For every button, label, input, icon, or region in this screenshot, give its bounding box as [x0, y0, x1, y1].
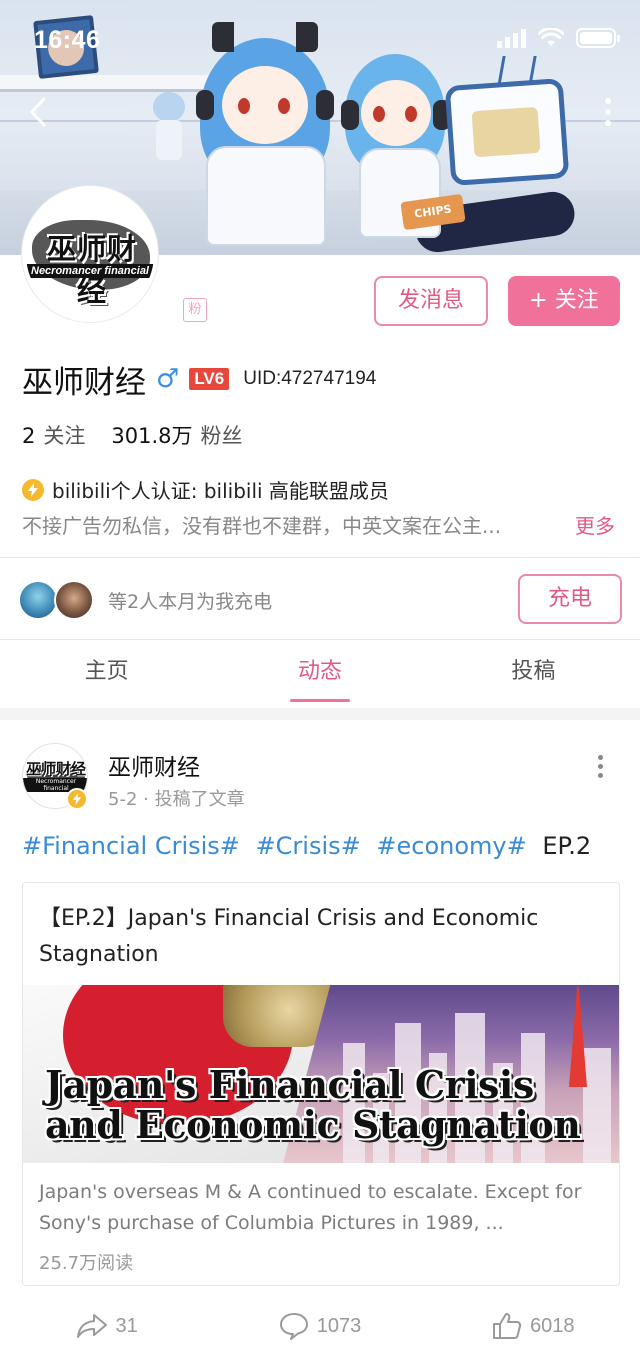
banner-monitor	[444, 78, 570, 186]
profile-name: 巫师财经	[22, 364, 146, 401]
banner-figurine	[150, 92, 188, 162]
chevron-left-icon	[30, 97, 46, 127]
lightning-badge-icon	[66, 788, 88, 810]
profile-stats: 2 关注 301.8万 粉丝	[22, 420, 269, 450]
tab-dynamics[interactable]: 动态	[213, 640, 426, 706]
profile-tabs: 主页 动态 投稿	[0, 640, 640, 706]
cellular-signal-icon	[497, 28, 526, 48]
status-icons	[497, 28, 620, 48]
back-button[interactable]	[18, 92, 58, 132]
send-message-button[interactable]: 发消息	[374, 276, 488, 326]
more-options-button[interactable]	[590, 92, 626, 132]
article-title: 【EP.2】Japan's Financial Crisis and Econo…	[39, 906, 539, 967]
post-tags: #Financial Crisis# #Crisis# #economy# EP…	[22, 832, 591, 860]
like-button[interactable]: 6018	[427, 1302, 640, 1350]
more-vertical-icon	[605, 98, 611, 126]
section-gap	[0, 708, 640, 720]
followers-count[interactable]: 301.8万	[111, 420, 192, 450]
article-summary: Japan's overseas M & A continued to esca…	[39, 1181, 582, 1234]
bio-row: 不接广告勿私信，没有群也不建群，中英文案在公主... 更多	[22, 510, 622, 539]
supporter-avatar	[18, 580, 58, 620]
share-button[interactable]: 31	[0, 1302, 213, 1350]
article-read-count: 25.7万阅读	[39, 1253, 134, 1274]
verification-text: bilibili个人认证: bilibili 高能联盟成员	[52, 479, 389, 503]
cover-title-line: Japan's Financial Crisis	[45, 1062, 534, 1107]
post-more-button[interactable]	[590, 748, 610, 784]
bio-more-link[interactable]: 更多	[575, 510, 615, 539]
comment-count: 1073	[316, 1314, 362, 1337]
profile-name-row: 巫师财经 ♂ LV6 UID:472747194	[22, 358, 377, 401]
banner-character-left	[196, 22, 340, 255]
user-id: UID:472747194	[243, 368, 377, 389]
share-arrow-icon	[76, 1314, 107, 1338]
thumbs-up-icon	[493, 1313, 522, 1339]
article-card[interactable]: 【EP.2】Japan's Financial Crisis and Econo…	[22, 882, 620, 1286]
status-time: 16:46	[34, 26, 101, 54]
charge-supporters-row[interactable]: 等2人本月为我充电	[18, 575, 272, 625]
fan-medal-badge[interactable]: 粉	[183, 298, 207, 322]
lightning-badge-icon	[22, 478, 44, 501]
banner-shelf	[0, 75, 215, 89]
battery-icon	[576, 28, 620, 48]
hashtag-link[interactable]: #Crisis#	[256, 832, 361, 860]
following-count[interactable]: 2	[22, 424, 35, 448]
section-divider	[0, 557, 640, 558]
like-count: 6018	[530, 1314, 575, 1337]
share-count: 31	[115, 1314, 138, 1337]
following-label[interactable]: 关注	[43, 420, 85, 450]
charge-button[interactable]: 充电	[518, 574, 622, 624]
comment-bubble-icon	[279, 1313, 308, 1340]
followers-label[interactable]: 粉丝	[201, 420, 243, 450]
follow-button[interactable]: + 关注	[508, 276, 620, 326]
cover-title-line: and Economic Stagnation	[45, 1102, 581, 1147]
hashtag-link[interactable]: #economy#	[376, 832, 526, 860]
post-avatar-logo-text: 巫师财经	[25, 760, 86, 778]
bio-text: 不接广告勿私信，没有群也不建群，中英文案在公主...	[22, 514, 502, 538]
wifi-icon	[538, 28, 564, 46]
charge-supporters-text: 等2人本月为我充电	[108, 590, 273, 613]
article-cover-image: Japan's Financial Crisis and Economic St…	[23, 985, 619, 1163]
post-meta: 5-2 · 投稿了文章	[108, 789, 245, 810]
hashtag-link[interactable]: #Financial Crisis#	[22, 832, 240, 860]
tab-home[interactable]: 主页	[0, 640, 213, 706]
comment-button[interactable]: 1073	[213, 1302, 426, 1350]
cover-title: Japan's Financial Crisis and Economic St…	[45, 1065, 605, 1145]
post-action-bar: 31 1073 6018	[0, 1302, 640, 1350]
verification-row: bilibili个人认证: bilibili 高能联盟成员	[22, 475, 389, 504]
male-icon: ♂	[156, 364, 180, 394]
post-text-suffix: EP.2	[542, 832, 592, 860]
post-author-name[interactable]: 巫师财经	[108, 748, 200, 782]
supporter-avatar	[54, 580, 94, 620]
tab-submissions[interactable]: 投稿	[427, 640, 640, 706]
avatar-logo-subtext: Necromancer financial	[26, 264, 154, 278]
level-badge: LV6	[189, 368, 230, 390]
profile-avatar[interactable]: 巫师财经 Necromancer financial	[22, 186, 158, 322]
